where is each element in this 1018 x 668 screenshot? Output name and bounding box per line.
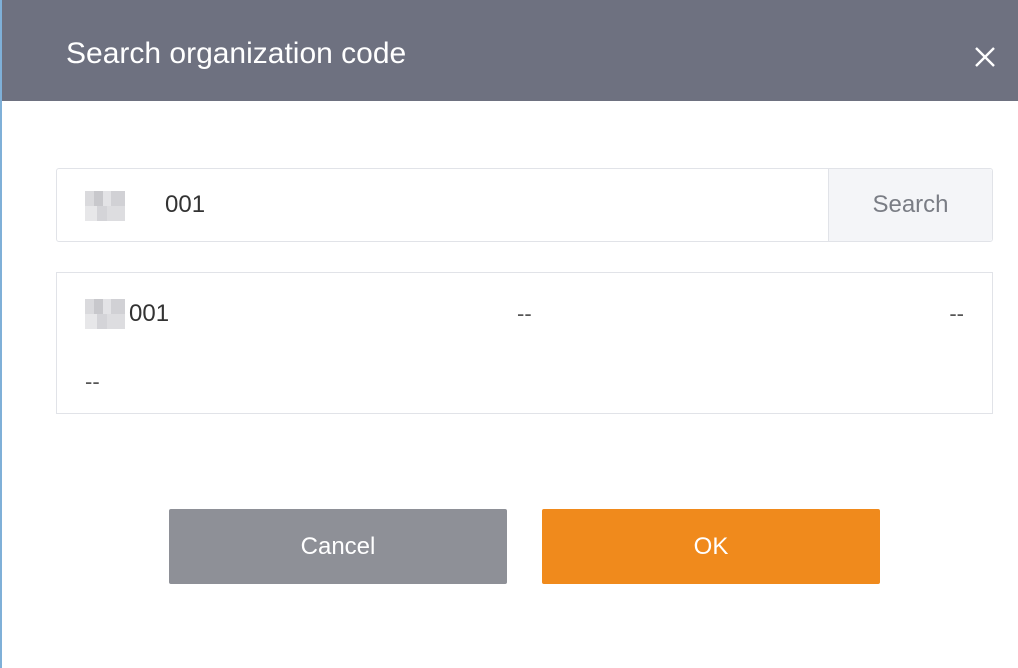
search-input[interactable]: [57, 169, 829, 241]
redacted-text: [85, 299, 125, 329]
ok-button[interactable]: OK: [542, 509, 880, 584]
result-item[interactable]: 001 -- -- --: [56, 272, 993, 414]
result-field-3: --: [85, 369, 100, 394]
result-field-1: --: [517, 301, 532, 326]
search-button[interactable]: Search: [828, 169, 992, 241]
cancel-button[interactable]: Cancel: [169, 509, 507, 584]
close-button[interactable]: [968, 40, 1002, 74]
dialog-header: Search organization code: [2, 0, 1018, 101]
search-bar: Search: [56, 168, 993, 242]
close-icon: [975, 47, 995, 67]
search-org-code-dialog: Search organization code Search 001 -- -…: [0, 0, 1018, 668]
result-code: 001: [129, 300, 170, 327]
dialog-title: Search organization code: [66, 37, 407, 70]
result-field-2: --: [949, 301, 964, 326]
